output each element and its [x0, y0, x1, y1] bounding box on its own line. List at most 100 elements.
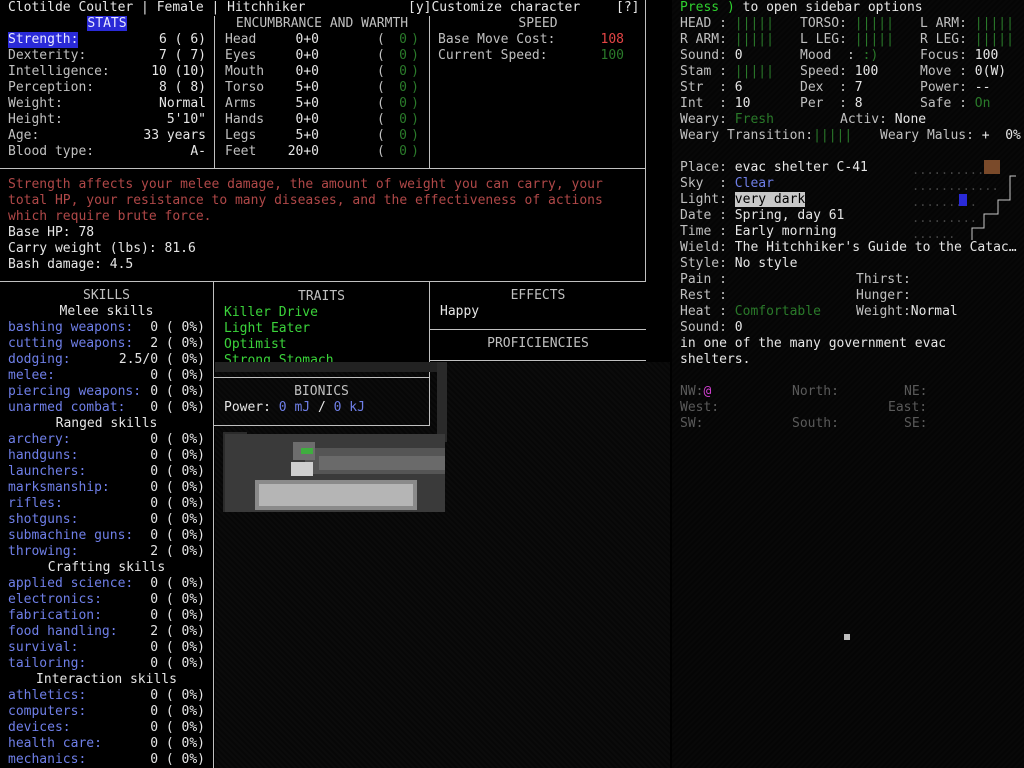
encumbrance-value: 5+0: [295, 128, 319, 143]
carry-weight: Carry weight (lbs): 81.6: [8, 241, 196, 256]
skill-row[interactable]: handguns: 0 ( 0%): [0, 448, 213, 464]
int-row: Int : 10: [680, 96, 750, 112]
body-part-name: R ARM:: [680, 32, 727, 47]
skill-row[interactable]: bashing weapons: 0 ( 0%): [0, 320, 213, 336]
wield-row: Wield: The Hitchhiker's Guide to the Cat…: [680, 240, 1017, 256]
encumbrance-row[interactable]: Torso 5+0 (0): [215, 80, 429, 96]
skill-row[interactable]: submachine guns: 0 ( 0%): [0, 528, 213, 544]
focus-value: 100: [974, 48, 999, 63]
stat-value: 33 years: [143, 128, 206, 143]
stat-value: 6 ( 6): [159, 32, 206, 47]
encumbrance-row[interactable]: Mouth 0+0 (0): [215, 64, 429, 80]
encumbrance-row[interactable]: Eyes 0+0 (0): [215, 48, 429, 64]
encumbrance-row[interactable]: Hands 0+0 (0): [215, 112, 429, 128]
skill-row[interactable]: unarmed combat: 0 ( 0%): [0, 400, 213, 416]
skill-row[interactable]: food handling: 2 ( 0%): [0, 624, 213, 640]
activ-row: Activ: None: [840, 112, 926, 128]
skill-row[interactable]: applied science: 0 ( 0%): [0, 576, 213, 592]
body-part-name: L ARM:: [920, 16, 967, 31]
stamina-label: Stam :: [680, 64, 735, 79]
warmth-value: 0: [399, 144, 407, 159]
str-row: Str : 6: [680, 80, 743, 96]
skill-label: dodging:: [8, 352, 71, 367]
skill-row[interactable]: health care: 0 ( 0%): [0, 736, 213, 752]
mood-label: Mood :: [800, 48, 863, 63]
stat-row[interactable]: Age: 33 years: [0, 128, 214, 144]
safe-value: On: [974, 96, 991, 111]
skill-row[interactable]: throwing: 2 ( 0%): [0, 544, 213, 560]
encumbrance-row[interactable]: Legs 5+0 (0): [215, 128, 429, 144]
minimap[interactable]: ........... ............ ......... .....…: [912, 156, 1022, 240]
warmth-value: 0: [399, 32, 407, 47]
compass-nw: NW:@: [680, 384, 711, 400]
stamina-row: Stam : |||||: [680, 64, 774, 80]
stat-row[interactable]: Strength: 6 ( 6): [0, 32, 214, 48]
skill-label: marksmanship:: [8, 480, 110, 495]
trait-item[interactable]: Killer Drive: [214, 305, 429, 321]
customize-character-button[interactable]: [y]Customize character: [408, 0, 580, 16]
stat-value: 8 ( 8): [159, 80, 206, 95]
body-part-status: L ARM: |||||: [920, 16, 1014, 32]
skill-row[interactable]: piercing weapons: 0 ( 0%): [0, 384, 213, 400]
stat-row[interactable]: Weight: Normal: [0, 96, 214, 112]
stat-row[interactable]: Intelligence: 10 (10): [0, 64, 214, 80]
sound2-label: Sound:: [680, 320, 735, 335]
skill-row[interactable]: athletics: 0 ( 0%): [0, 688, 213, 704]
body-part-name: R LEG:: [920, 32, 967, 47]
dex-label: Dex :: [800, 80, 855, 95]
body-part-status: L LEG: |||||: [800, 32, 894, 48]
stat-row[interactable]: Height: 5'10": [0, 112, 214, 128]
encumbrance-row[interactable]: Feet 20+0 (0): [215, 144, 429, 160]
skill-row[interactable]: survival: 0 ( 0%): [0, 640, 213, 656]
sky-row: Sky : Clear: [680, 176, 774, 192]
body-part-name: TORSO:: [800, 16, 847, 31]
bash-damage: Bash damage: 4.5: [8, 257, 134, 272]
skill-row[interactable]: launchers: 0 ( 0%): [0, 464, 213, 480]
stat-row[interactable]: Perception: 8 ( 8): [0, 80, 214, 96]
sound2-row: Sound: 0: [680, 320, 743, 336]
skill-row[interactable]: shotguns: 0 ( 0%): [0, 512, 213, 528]
skill-value: 0 ( 0%): [150, 384, 205, 399]
warmth-value: 0: [399, 128, 407, 143]
skill-row[interactable]: cutting weapons: 2 ( 0%): [0, 336, 213, 352]
encumbrance-row[interactable]: Arms 5+0 (0): [215, 96, 429, 112]
health-bar: |||||: [974, 32, 1014, 47]
health-bar: |||||: [854, 16, 894, 31]
proficiencies-title[interactable]: PROFICIENCIES: [430, 336, 646, 352]
effect-item[interactable]: Happy: [430, 304, 646, 320]
local-map[interactable]: [215, 362, 455, 522]
wield-value: The Hitchhiker's Guide to the Catac…: [734, 240, 1017, 255]
stat-row[interactable]: Blood type: A-: [0, 144, 214, 160]
skill-row[interactable]: archery: 0 ( 0%): [0, 432, 213, 448]
skill-row[interactable]: mechanics: 0 ( 0%): [0, 752, 213, 768]
trait-item[interactable]: Light Eater: [214, 321, 429, 337]
skill-row[interactable]: marksmanship: 0 ( 0%): [0, 480, 213, 496]
trait-item[interactable]: Optimist: [214, 337, 429, 353]
per-value: 8: [854, 96, 863, 111]
skill-row[interactable]: rifles: 0 ( 0%): [0, 496, 213, 512]
skill-row[interactable]: computers: 0 ( 0%): [0, 704, 213, 720]
speed-title: SPEED: [518, 16, 558, 31]
message-line-2: shelters.: [680, 352, 751, 367]
skill-row[interactable]: dodging: 2.5/0 ( 0%): [0, 352, 213, 368]
bench-tile: [259, 484, 413, 506]
stat-value: 10 (10): [151, 64, 206, 79]
safe-row: Safe : On: [920, 96, 990, 112]
skill-row[interactable]: devices: 0 ( 0%): [0, 720, 213, 736]
sidebar-hint: Press ) to open sidebar options: [680, 0, 923, 16]
stat-label: Age:: [8, 128, 40, 143]
rest-label: Rest :: [680, 288, 727, 303]
int-value: 10: [734, 96, 751, 111]
skill-label: unarmed combat:: [8, 400, 126, 415]
encumbrance-value: 20+0: [287, 144, 319, 159]
skill-row[interactable]: melee: 0 ( 0%): [0, 368, 213, 384]
sidebar-key[interactable]: ): [727, 0, 735, 15]
activ-label: Activ:: [840, 112, 895, 127]
encumbrance-row[interactable]: Head 0+0 (0): [215, 32, 429, 48]
stat-row[interactable]: Dexterity: 7 ( 7): [0, 48, 214, 64]
help-button[interactable]: [?]: [616, 0, 639, 16]
skill-row[interactable]: electronics: 0 ( 0%): [0, 592, 213, 608]
time-row: Time : Early morning: [680, 224, 837, 240]
skill-row[interactable]: fabrication: 0 ( 0%): [0, 608, 213, 624]
skill-row[interactable]: tailoring: 0 ( 0%): [0, 656, 213, 672]
